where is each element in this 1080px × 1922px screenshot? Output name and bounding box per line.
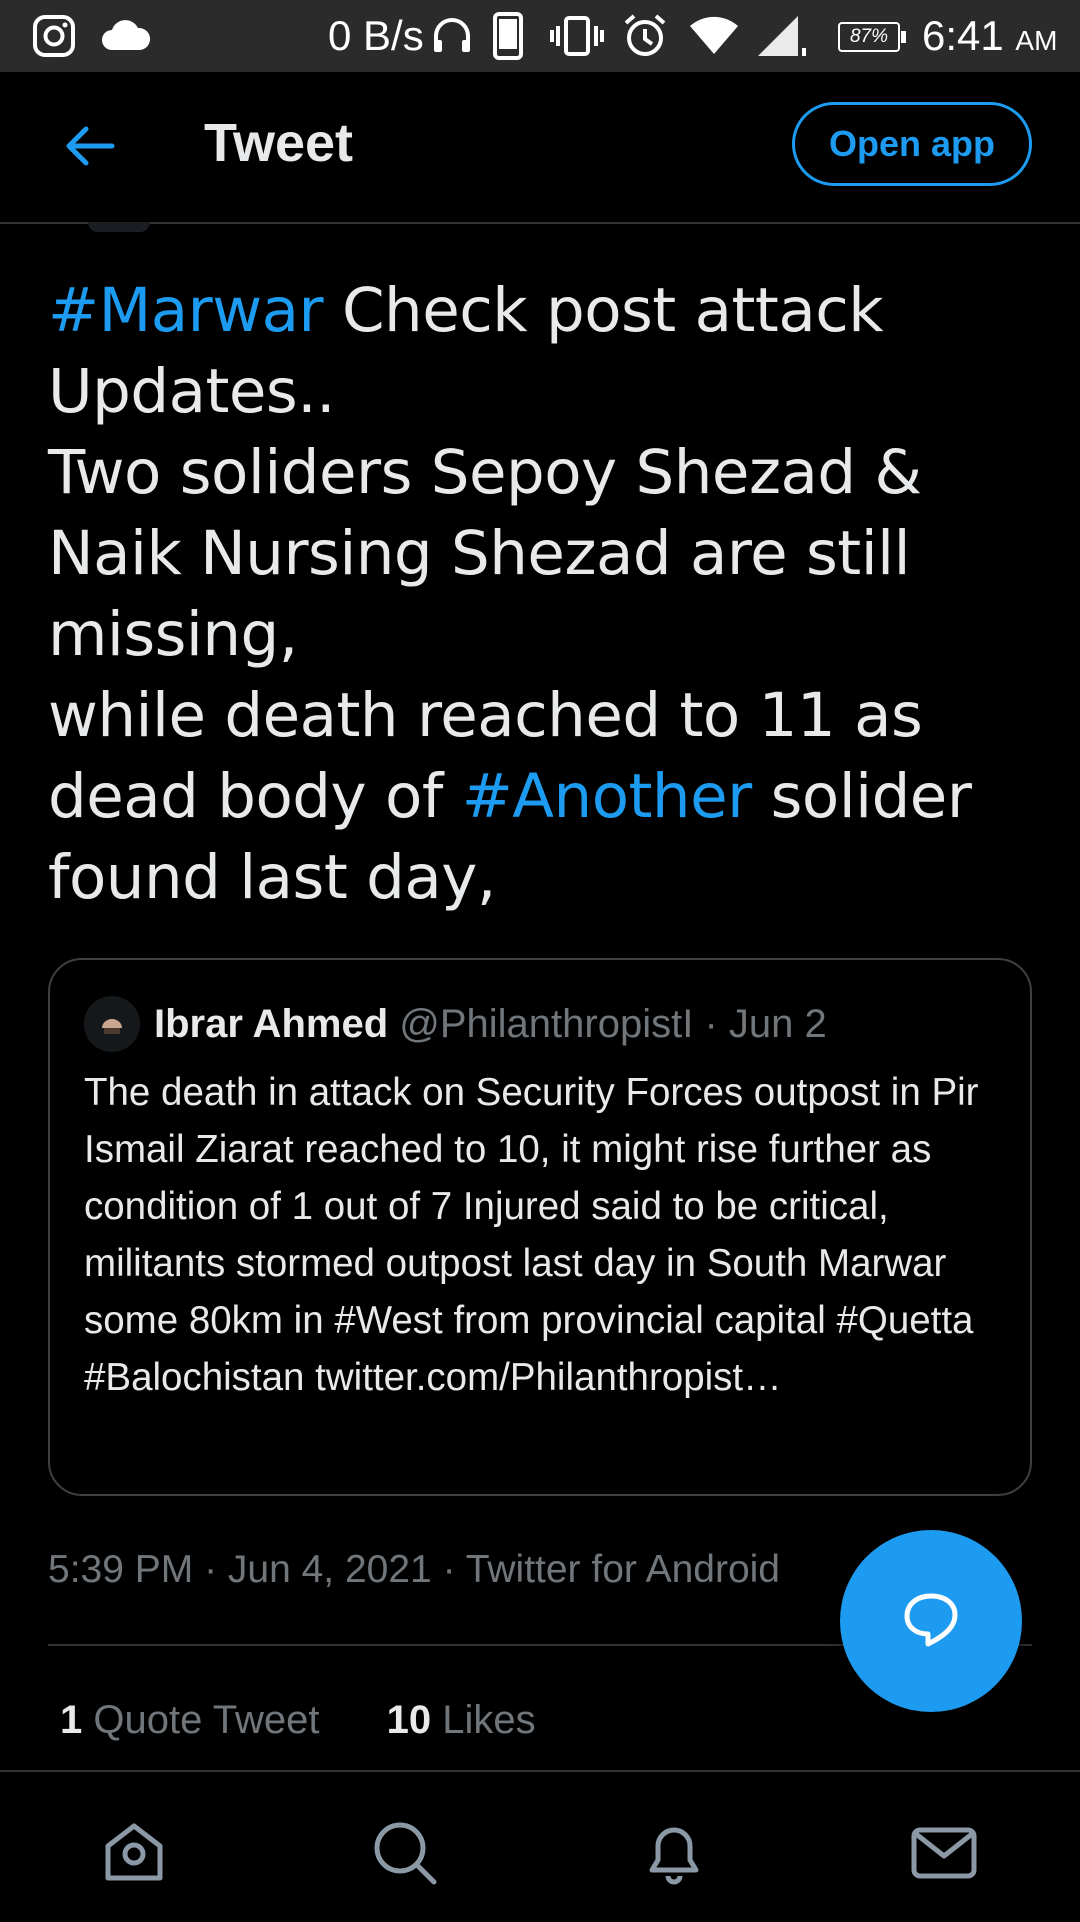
tweet-text: #Marwar Check post attack Updates.. Two s… xyxy=(48,270,1038,918)
instagram-icon xyxy=(32,14,76,58)
headset-icon xyxy=(430,14,474,58)
quoted-tweet-text: The death in attack on Security Forces o… xyxy=(84,1071,979,1399)
likes-stat[interactable]: 10 Likes xyxy=(387,1698,536,1742)
net-speed: 0 B/s xyxy=(328,12,424,59)
battery-indicator: 87% xyxy=(838,22,906,52)
bell-icon[interactable] xyxy=(638,1816,710,1888)
tweet-stats: 1 Quote Tweet 10 Likes xyxy=(60,1690,592,1750)
open-app-button[interactable]: Open app xyxy=(792,102,1032,186)
quoted-author-handle: @PhilanthropistI · Jun 2 xyxy=(399,1002,827,1046)
tweet-timestamp: 5:39 PM · Jun 4, 2021 · Twitter for Andr… xyxy=(48,1548,780,1591)
tweet-text-segment: Two soliders Sepoy Shezad & Naik Nursing… xyxy=(48,437,922,670)
clock: 6:41 AM xyxy=(922,12,1058,59)
author-avatar-peek xyxy=(88,222,150,232)
search-icon[interactable] xyxy=(368,1816,440,1888)
top-app-bar: Tweet Open app xyxy=(0,72,1080,224)
home-icon[interactable] xyxy=(98,1816,170,1888)
quote-tweets-stat[interactable]: 1 Quote Tweet xyxy=(60,1698,319,1742)
status-bar: 0 B/s 87% 6:41 AM xyxy=(0,0,1080,72)
phone-icon xyxy=(492,12,524,60)
reply-fab-button[interactable] xyxy=(840,1530,1022,1712)
hashtag-link[interactable]: #Marwar xyxy=(48,275,324,346)
chat-bubble-icon xyxy=(900,1588,962,1655)
back-arrow-icon[interactable] xyxy=(60,116,120,176)
page-title: Tweet xyxy=(204,113,354,173)
quoted-author-name: Ibrar Ahmed xyxy=(154,1002,389,1046)
bottom-navigation xyxy=(0,1770,1080,1922)
signal-icon xyxy=(756,14,808,58)
mail-icon[interactable] xyxy=(908,1816,980,1888)
vibrate-icon xyxy=(548,14,606,58)
alarm-icon xyxy=(622,14,668,58)
hashtag-link[interactable]: #Another xyxy=(462,761,753,832)
avatar xyxy=(84,996,140,1052)
wifi-icon xyxy=(688,14,740,58)
cloud-icon xyxy=(100,14,152,58)
quoted-tweet-header: Ibrar Ahmed @PhilanthropistI · Jun 2 xyxy=(154,998,827,1050)
quoted-tweet-card[interactable]: Ibrar Ahmed @PhilanthropistI · Jun 2 The… xyxy=(48,958,1032,1496)
